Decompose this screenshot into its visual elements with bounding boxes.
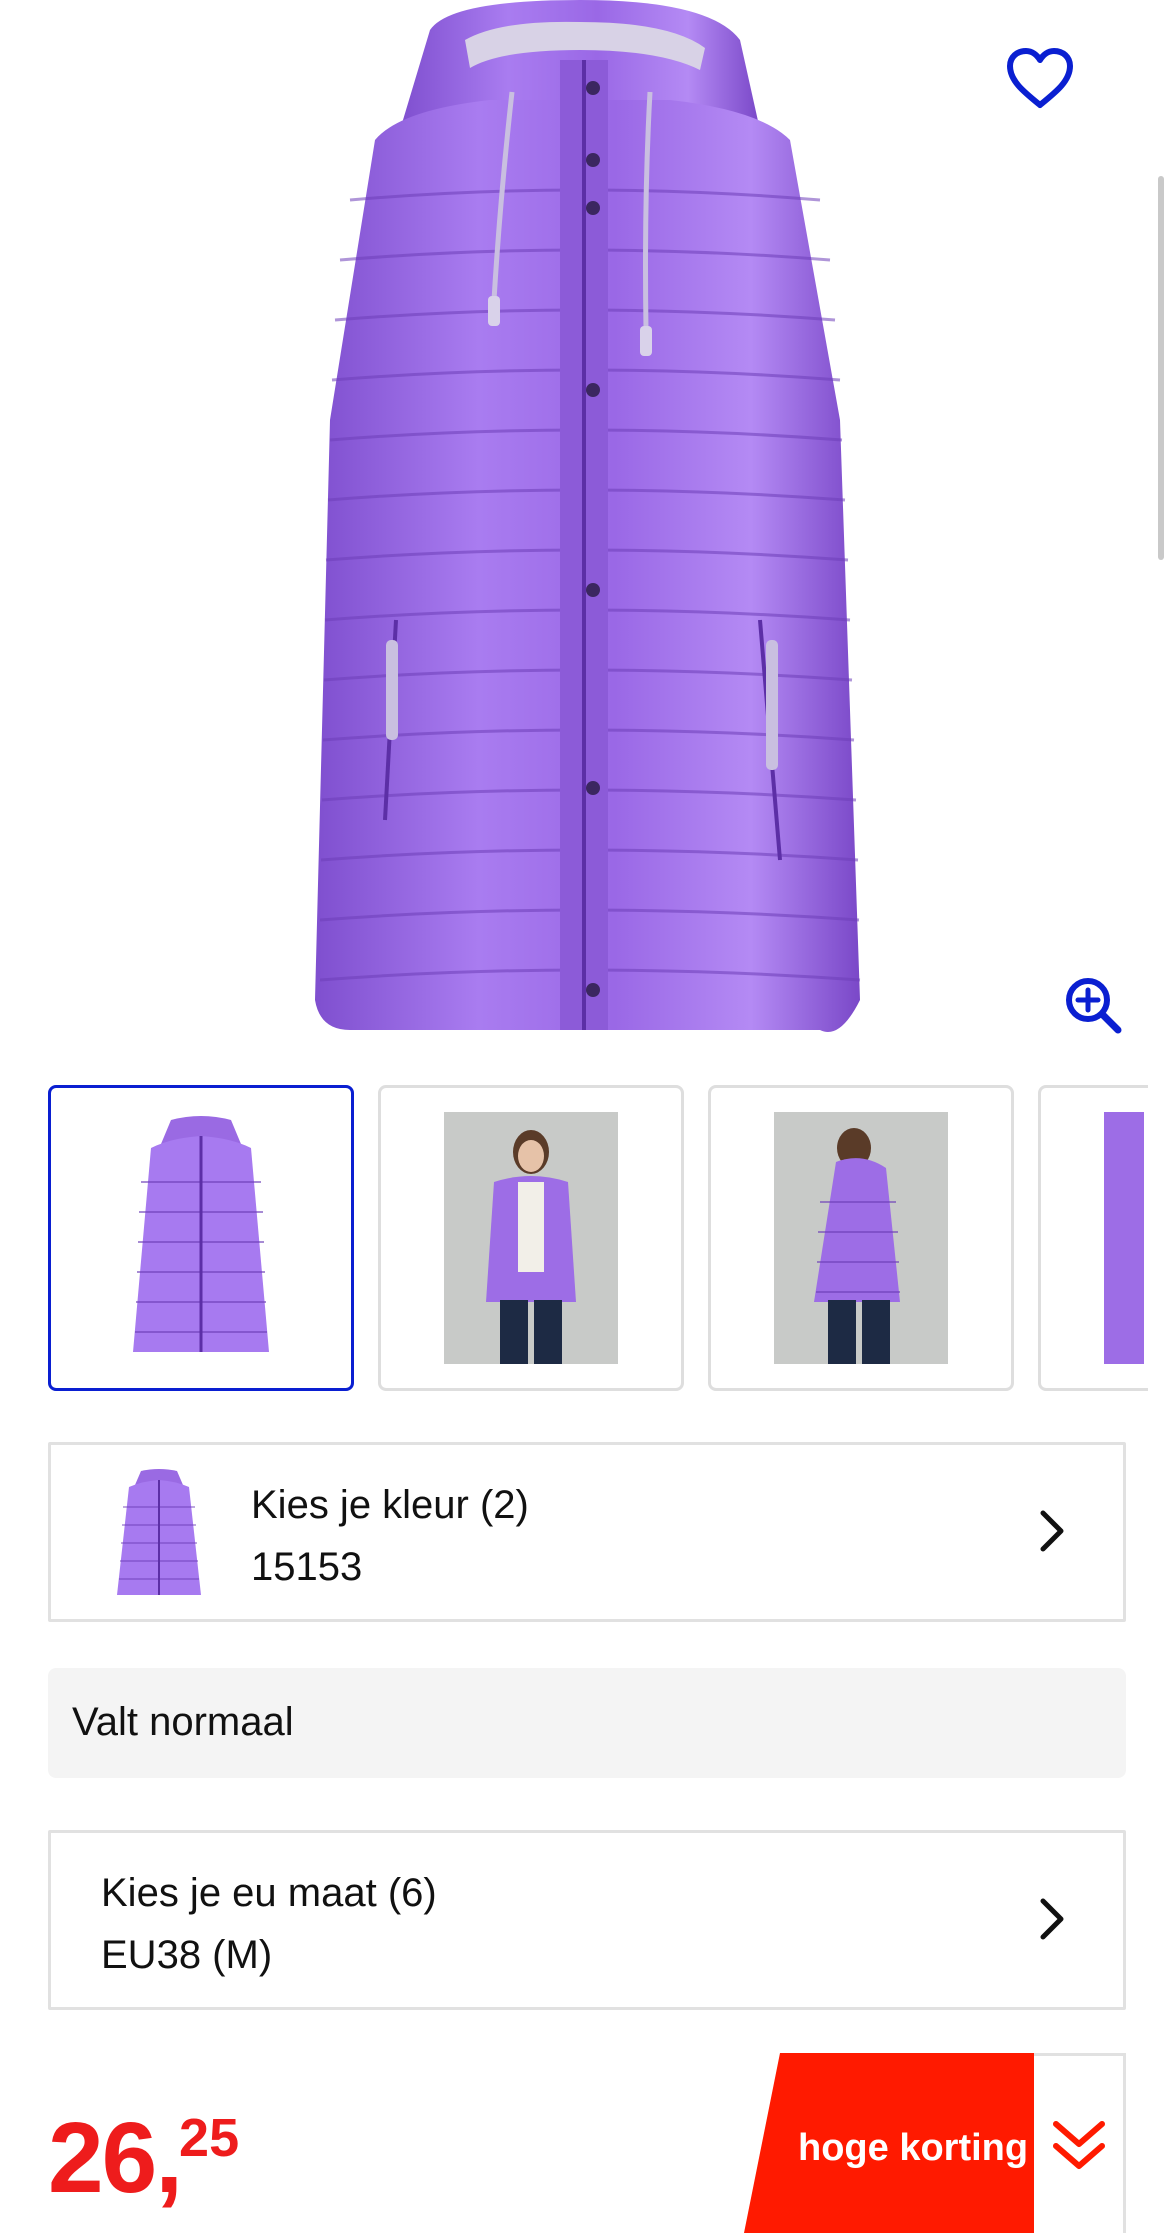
thumbnail-image xyxy=(774,1112,948,1364)
zoom-in-icon xyxy=(1066,978,1122,1034)
color-selector-value: 15153 xyxy=(251,1545,363,1589)
scrollbar[interactable] xyxy=(1158,176,1164,560)
size-selector-label: Kies je eu maat (6) xyxy=(101,1871,437,1915)
thumbnail-strip[interactable] xyxy=(48,1085,1148,1391)
thumbnail-detail[interactable] xyxy=(1038,1085,1148,1391)
thumbnail-image xyxy=(133,1116,269,1352)
thumbnail-model-back[interactable] xyxy=(708,1085,1014,1391)
chevron-right-icon xyxy=(1040,1898,1064,1940)
jacket-illustration xyxy=(315,0,861,1032)
expand-button[interactable] xyxy=(1034,2053,1126,2233)
heart-outline-icon xyxy=(1007,48,1073,108)
size-selector-value: EU38 (M) xyxy=(101,1933,273,1977)
thumbnail-jacket-front[interactable] xyxy=(48,1085,354,1391)
discount-badge-label: hoge korting xyxy=(798,2127,1029,2169)
double-chevron-down-icon xyxy=(1052,2121,1105,2169)
chevron-right-icon xyxy=(1040,1510,1064,1552)
color-swatch-image xyxy=(117,1469,201,1595)
color-selector[interactable]: Kies je kleur (2) 15153 xyxy=(48,1442,1126,1622)
thumbnail-image xyxy=(444,1112,618,1364)
discount-badge: hoge korting xyxy=(742,2053,1034,2233)
favorite-button[interactable] xyxy=(998,40,1082,118)
zoom-button[interactable] xyxy=(1058,970,1128,1040)
size-selector[interactable]: Kies je eu maat (6) EU38 (M) xyxy=(48,1830,1126,2010)
price: 26 , 25 xyxy=(48,2108,239,2208)
color-selector-label: Kies je kleur (2) xyxy=(251,1483,529,1527)
product-image[interactable] xyxy=(0,0,1170,1060)
thumbnail-image xyxy=(1104,1112,1148,1364)
thumbnail-model-front[interactable] xyxy=(378,1085,684,1391)
price-decimals: 25 xyxy=(179,2108,240,2168)
fit-info: Valt normaal xyxy=(48,1668,1126,1778)
fit-info-text: Valt normaal xyxy=(72,1700,294,1744)
price-integer: 26 xyxy=(48,2102,157,2214)
